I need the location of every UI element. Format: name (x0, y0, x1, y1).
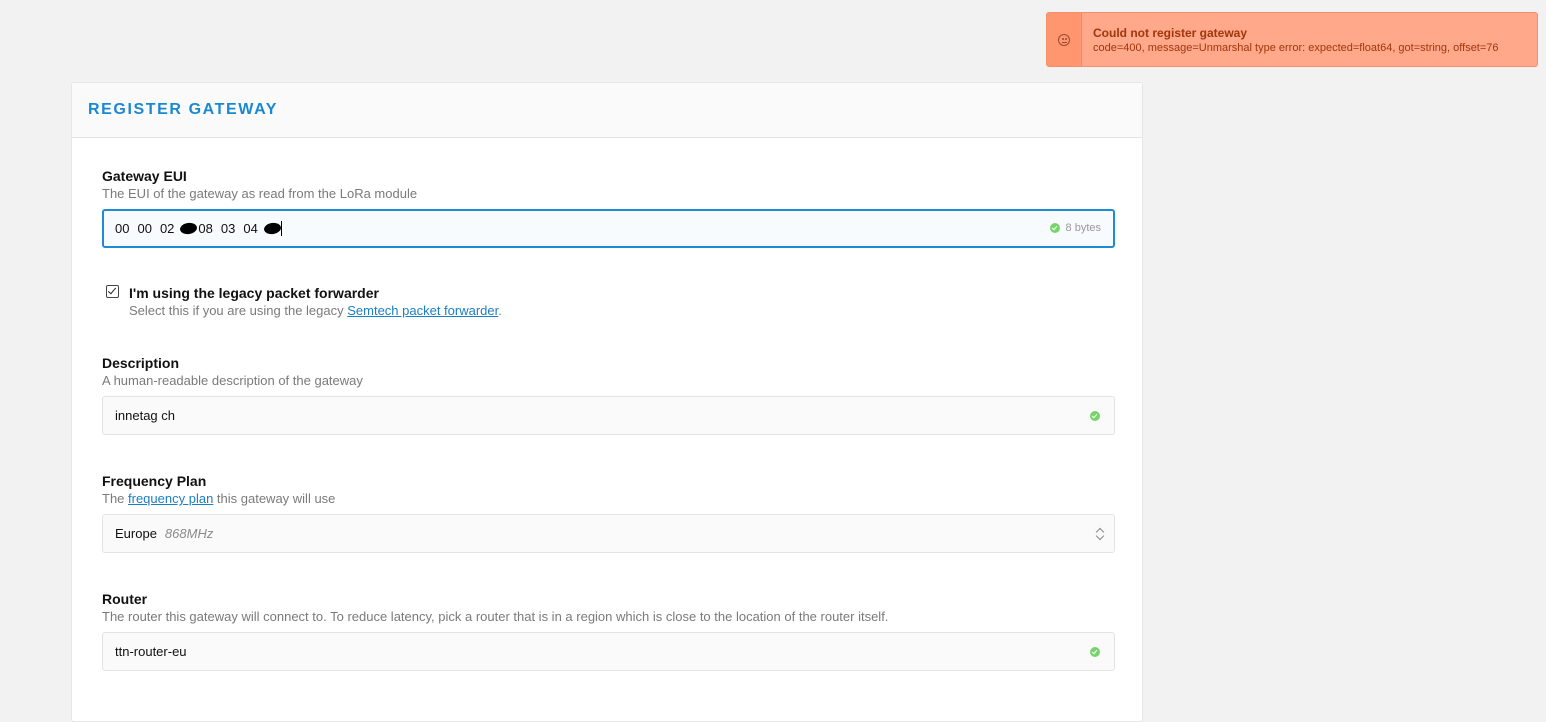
semtech-link[interactable]: Semtech packet forwarder (347, 303, 498, 318)
sad-face-icon (1058, 33, 1070, 46)
register-gateway-card: REGISTER GATEWAY Gateway EUI The EUI of … (71, 82, 1143, 722)
frequency-plan-unit: 868MHz (164, 526, 214, 541)
redacted-byte (179, 221, 199, 236)
legacy-forwarder-description: Select this if you are using the legacy … (129, 303, 502, 319)
frequency-plan-value: Europe (115, 526, 157, 541)
router-description: The router this gateway will connect to.… (102, 609, 889, 624)
byte-count-text: 8 bytes (1065, 221, 1101, 234)
gateway-eui-input[interactable]: 00 00 02 08 03 04 8 bytes (102, 209, 1115, 248)
byte-count-hint: 8 bytes (1049, 221, 1101, 234)
toast-message: code=400, message=Unmarshal type error: … (1093, 42, 1499, 54)
gateway-eui-field: Gateway EUI The EUI of the gateway as re… (102, 167, 1116, 248)
error-toast[interactable]: Could not register gateway code=400, mes… (1046, 12, 1538, 67)
eui-byte: 00 (137, 221, 152, 236)
router-field: Router The router this gateway will conn… (102, 590, 1116, 671)
toast-icon-area (1047, 13, 1082, 66)
select-arrows-icon (1096, 526, 1104, 542)
legacy-forwarder-label[interactable]: I'm using the legacy packet forwarder (129, 284, 502, 302)
eui-byte: 03 (220, 221, 236, 236)
freq-desc-prefix: The (102, 491, 129, 506)
frequency-plan-link[interactable]: frequency plan (128, 491, 213, 506)
router-input[interactable]: ttn-router-eu (102, 632, 1115, 671)
legacy-forwarder-option: I'm using the legacy packet forwarder Se… (106, 284, 502, 319)
legacy-desc-suffix: . (498, 303, 502, 318)
router-value: ttn-router-eu (115, 644, 187, 659)
gateway-eui-label: Gateway EUI (102, 168, 187, 184)
redacted-byte (263, 221, 282, 236)
description-input[interactable]: innetag ch (102, 396, 1115, 435)
legacy-forwarder-checkbox[interactable] (106, 285, 119, 298)
router-label: Router (102, 591, 148, 607)
eui-byte: 00 (115, 221, 130, 236)
frequency-plan-description: The frequency plan this gateway will use (102, 491, 1116, 507)
description-value: innetag ch (115, 408, 175, 423)
description-field: Description A human-readable description… (102, 354, 1116, 435)
legacy-desc-prefix: Select this if you are using the legacy (129, 303, 348, 318)
check-circle-icon (1090, 410, 1100, 421)
eui-bytes: 00 00 02 08 03 04 (115, 221, 282, 236)
eui-byte: 08 (198, 221, 213, 236)
check-circle-icon (1090, 646, 1100, 657)
freq-desc-suffix: this gateway will use (213, 491, 336, 506)
toast-title: Could not register gateway (1093, 26, 1248, 40)
frequency-plan-select[interactable]: Europe 868MHz (102, 514, 1115, 553)
eui-byte: 02 (159, 221, 175, 236)
eui-byte: 04 (243, 221, 258, 236)
frequency-plan-field: Frequency Plan The frequency plan this g… (102, 472, 1116, 553)
description-description: A human-readable description of the gate… (102, 373, 363, 388)
frequency-plan-label: Frequency Plan (102, 473, 207, 489)
page-title: REGISTER GATEWAY (88, 101, 279, 118)
gateway-eui-description: The EUI of the gateway as read from the … (102, 186, 418, 201)
toast-body: Could not register gateway code=400, mes… (1082, 13, 1499, 66)
description-label: Description (102, 355, 180, 371)
check-circle-icon (1049, 222, 1060, 233)
card-header: REGISTER GATEWAY (72, 83, 1142, 138)
